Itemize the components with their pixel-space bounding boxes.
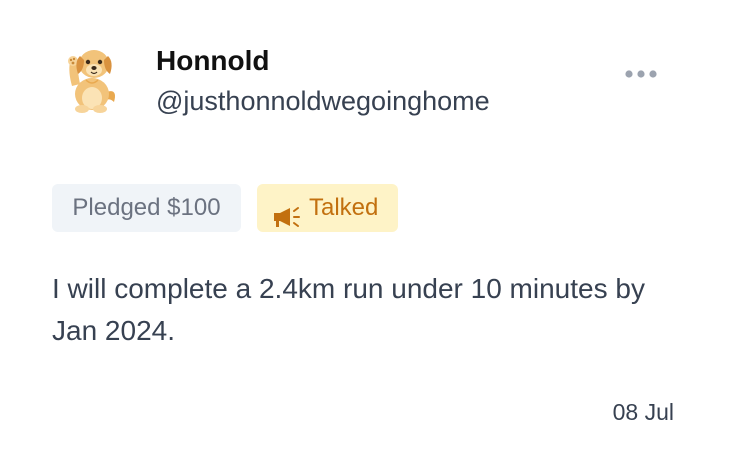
pledge-label: Pledged $100 [72, 194, 221, 221]
post-body: I will complete a 2.4km run under 10 min… [52, 273, 645, 346]
pledge-badge: Pledged $100 [52, 184, 241, 232]
megaphone-icon [273, 197, 307, 227]
author-name[interactable]: Honnold [156, 44, 270, 78]
post-card: Honnold @justhonnoldwegoinghome Pledged … [0, 0, 730, 450]
post-date: 08 Jul [612, 399, 674, 425]
golden-retriever-puppy-icon [68, 50, 115, 113]
more-options-icon[interactable] [622, 66, 662, 82]
status-badge: Talked [257, 184, 398, 232]
author-handle[interactable]: @justhonnoldwegoinghome [156, 84, 490, 118]
status-label: Talked [309, 194, 379, 221]
avatar[interactable] [62, 42, 120, 114]
